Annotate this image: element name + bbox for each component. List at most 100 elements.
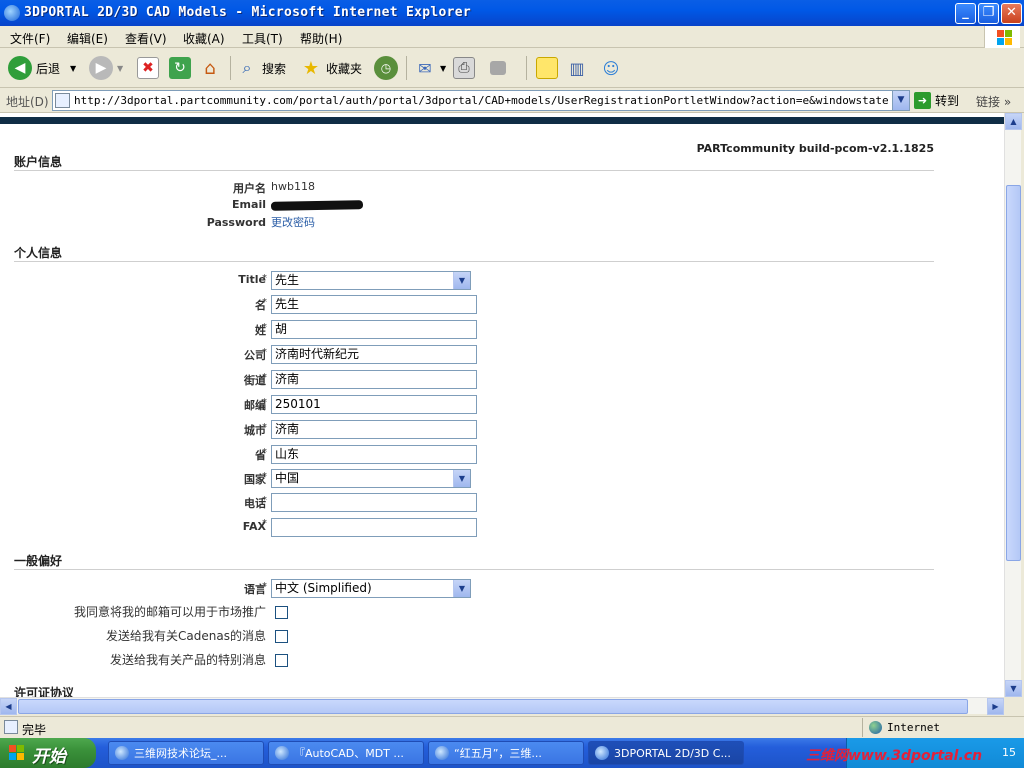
note-icon	[536, 57, 558, 79]
ie-icon	[115, 746, 129, 760]
search-button[interactable]: ⌕ 搜索	[236, 54, 287, 82]
mail-button[interactable]: ✉ ▼	[414, 54, 446, 82]
scroll-up-icon[interactable]: ▲	[1005, 113, 1022, 130]
divider	[14, 569, 934, 570]
edit-button[interactable]	[490, 54, 506, 82]
stop-button[interactable]: ✖	[137, 54, 159, 82]
address-url[interactable]: http://3dportal.partcommunity.com/portal…	[74, 94, 889, 107]
title-select-value: 先生	[275, 273, 300, 287]
close-button[interactable]: ✕	[1001, 3, 1022, 24]
menu-bar: 文件(F) 编辑(E) 查看(V) 收藏(A) 工具(T) 帮助(H)	[0, 26, 1024, 48]
country-select[interactable]: 中国 ▼	[271, 469, 471, 488]
minimize-button[interactable]: _	[955, 3, 976, 24]
messenger-button[interactable]: ☺	[600, 54, 622, 82]
required-mark: *	[262, 397, 267, 408]
required-mark: *	[262, 447, 267, 458]
books-icon: ▥	[569, 58, 585, 78]
menu-file[interactable]: 文件(F)	[10, 30, 50, 47]
required-mark: *	[262, 581, 267, 592]
links-button[interactable]: 链接 »	[976, 93, 1011, 110]
email-label: Email	[232, 198, 266, 211]
history-button[interactable]: ◷	[374, 54, 398, 82]
taskbar-item-label: 3DPORTAL 2D/3D C...	[614, 746, 731, 760]
stop-icon: ✖	[137, 57, 159, 79]
scroll-down-icon[interactable]: ▼	[1005, 680, 1022, 697]
taskbar-item-label: 三维网技术论坛_...	[134, 747, 227, 760]
chevron-down-icon[interactable]: ▼	[70, 64, 76, 73]
taskbar-item-active[interactable]: 3DPORTAL 2D/3D C...	[588, 741, 744, 765]
address-bar: 地址(D) http://3dportal.partcommunity.com/…	[0, 88, 1024, 113]
menu-edit[interactable]: 编辑(E)	[67, 30, 108, 47]
language-select-value: 中文 (Simplified)	[275, 581, 372, 595]
language-select[interactable]: 中文 (Simplified) ▼	[271, 579, 471, 598]
city-input[interactable]: 济南	[271, 420, 477, 439]
toolbar-separator	[406, 56, 407, 80]
toolbar-separator	[526, 56, 527, 80]
start-button[interactable]: 开始	[0, 738, 96, 768]
lastname-input[interactable]: 胡	[271, 320, 477, 339]
address-dropdown-icon[interactable]: ▼	[892, 91, 909, 110]
taskbar-item[interactable]: 三维网技术论坛_...	[108, 741, 264, 765]
chevron-down-icon[interactable]: ▼	[453, 580, 470, 597]
windows-logo-icon	[984, 26, 1020, 48]
password-label: Password	[206, 216, 266, 229]
scroll-left-icon[interactable]: ◀	[0, 698, 17, 715]
taskbar-item[interactable]: “红五月”，三维...	[428, 741, 584, 765]
title-select[interactable]: 先生 ▼	[271, 271, 471, 290]
license-heading: 许可证协议	[14, 686, 75, 697]
horizontal-scrollbar[interactable]: ◀ ▶	[0, 697, 1004, 715]
back-arrow-icon: ◀	[8, 56, 32, 80]
edit-icon	[490, 61, 506, 75]
required-mark: *	[262, 273, 267, 284]
cadenas-news-checkbox[interactable]	[275, 630, 288, 643]
required-mark: *	[262, 518, 267, 529]
country-select-value: 中国	[275, 471, 300, 485]
menu-view[interactable]: 查看(V)	[125, 30, 167, 47]
taskbar-item[interactable]: 『AutoCAD、MDT ...	[268, 741, 424, 765]
watermark: 三维网www.3dportal.cn	[806, 748, 983, 764]
favorites-button[interactable]: ★ 收藏夹	[300, 54, 362, 82]
maximize-button[interactable]: ❐	[978, 3, 999, 24]
change-password-link[interactable]: 更改密码	[271, 214, 315, 230]
zip-input[interactable]: 250101	[271, 395, 477, 414]
search-label: 搜索	[262, 61, 287, 76]
home-button[interactable]: ⌂	[199, 54, 221, 82]
go-label: 转到	[935, 94, 960, 108]
forward-button[interactable]: ▶ ▼	[89, 54, 123, 82]
go-button[interactable]: ➜ 转到	[914, 92, 959, 109]
scroll-right-icon[interactable]: ▶	[987, 698, 1004, 715]
home-icon: ⌂	[204, 57, 216, 79]
back-label: 后退	[36, 61, 61, 76]
menu-favorites[interactable]: 收藏(A)	[183, 30, 225, 47]
province-input[interactable]: 山东	[271, 445, 477, 464]
required-mark: *	[262, 372, 267, 383]
chevron-down-icon: ▼	[117, 63, 124, 73]
menu-help[interactable]: 帮助(H)	[300, 30, 342, 47]
notes-button[interactable]	[536, 54, 558, 82]
clock: 15	[1002, 746, 1016, 759]
print-button[interactable]: ⎙	[453, 54, 475, 82]
vertical-scrollbar[interactable]: ▲ ▼	[1004, 113, 1022, 697]
refresh-button[interactable]: ↻	[169, 54, 191, 82]
chevron-down-icon[interactable]: ▼	[453, 470, 470, 487]
divider	[14, 261, 934, 262]
product-offers-checkbox[interactable]	[275, 654, 288, 667]
research-button[interactable]: ▥	[566, 54, 588, 82]
required-mark: *	[262, 347, 267, 358]
chevron-down-icon[interactable]: ▼	[453, 272, 470, 289]
ie-icon	[595, 746, 609, 760]
firstname-input[interactable]: 先生	[271, 295, 477, 314]
fax-input[interactable]	[271, 518, 477, 537]
phone-input[interactable]	[271, 493, 477, 512]
horizontal-scroll-thumb[interactable]	[18, 699, 968, 714]
printer-icon: ⎙	[453, 57, 475, 79]
back-button[interactable]: ◀ 后退 ▼	[8, 54, 76, 82]
address-input[interactable]: http://3dportal.partcommunity.com/portal…	[52, 90, 910, 111]
account-heading: 账户信息	[14, 155, 63, 169]
company-input[interactable]: 济南时代新纪元	[271, 345, 477, 364]
menu-tools[interactable]: 工具(T)	[242, 30, 283, 47]
street-input[interactable]: 济南	[271, 370, 477, 389]
vertical-scroll-thumb[interactable]	[1006, 185, 1021, 561]
cadenas-news-label: 发送给我有关Cadenas的消息	[106, 629, 266, 643]
marketing-email-checkbox[interactable]	[275, 606, 288, 619]
